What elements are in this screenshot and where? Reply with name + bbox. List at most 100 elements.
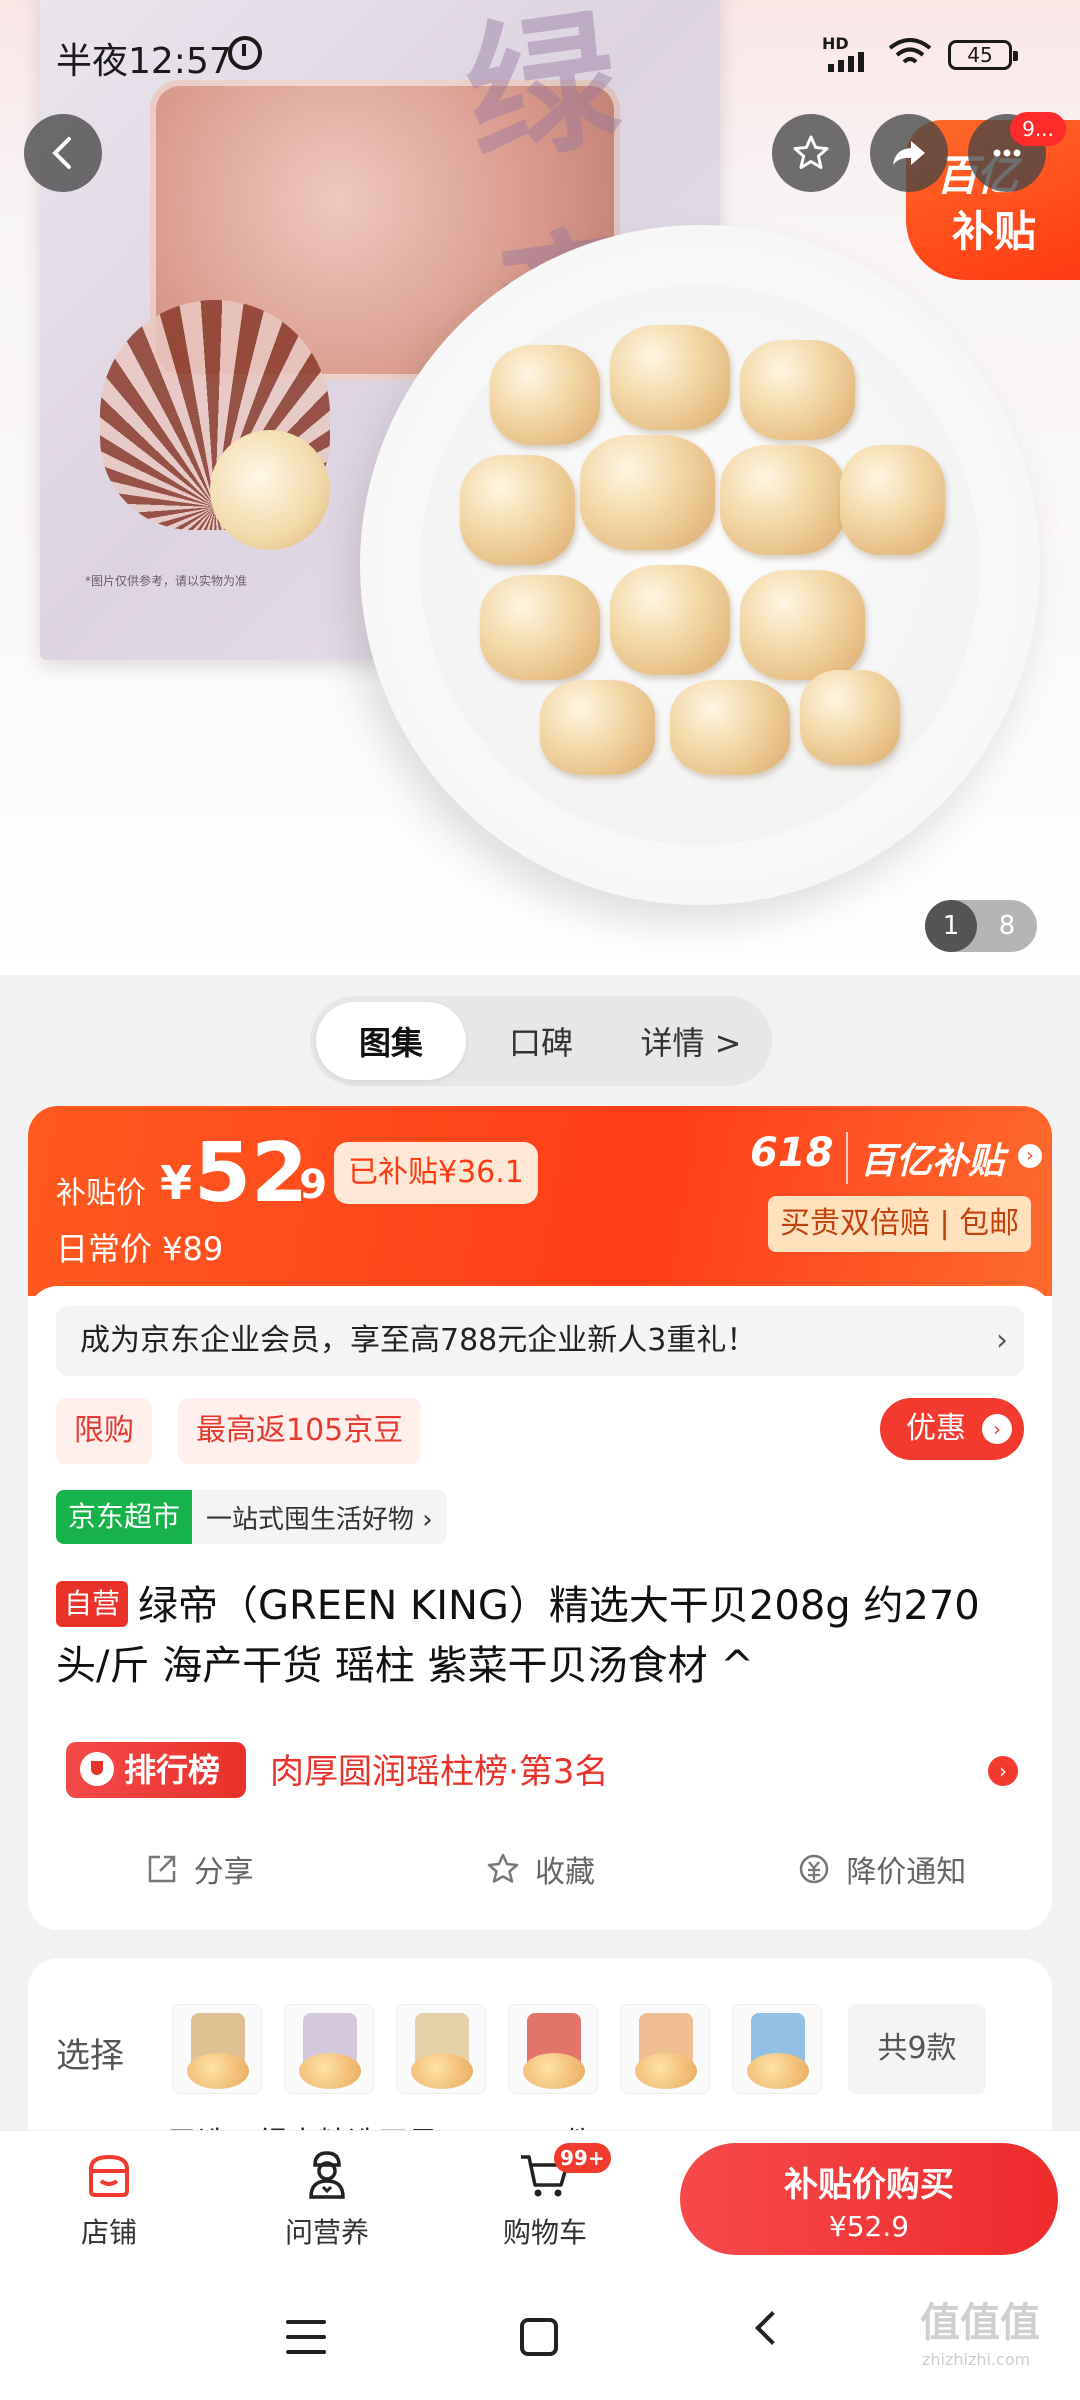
variant-thumbnail[interactable] xyxy=(396,2004,486,2094)
jd-supermarket-tag: 京东超市 xyxy=(56,1490,193,1544)
tab-reviews[interactable]: 口碑 xyxy=(466,1002,616,1080)
share-button[interactable] xyxy=(870,114,948,192)
share-arrow-icon xyxy=(893,141,925,165)
variant-scallops xyxy=(635,2053,697,2089)
scallop xyxy=(840,445,945,555)
message-badge: 9... xyxy=(1010,112,1066,146)
hd-indicator: HD xyxy=(822,34,849,53)
variant-thumbnail[interactable] xyxy=(508,2004,598,2094)
variant-thumbnail[interactable] xyxy=(732,2004,822,2094)
price-drop-label: 降价通知 xyxy=(846,1855,967,1890)
tab-gallery[interactable]: 图集 xyxy=(316,1002,466,1080)
scallop xyxy=(670,680,790,775)
variant-scallops xyxy=(299,2053,361,2089)
favorite-label: 收藏 xyxy=(534,1855,595,1890)
variant-thumbnail[interactable] xyxy=(620,2004,710,2094)
pager-total: 8 xyxy=(998,911,1016,941)
ranking-row[interactable]: 排行榜 肉厚圆润瑶柱榜·第3名 › xyxy=(66,1738,1024,1802)
product-title[interactable]: 自营 绿帝（GREEN KING）精选大干贝208g 约270头/斤 海产干货 瑶… xyxy=(56,1576,1024,1696)
share-label: 分享 xyxy=(193,1855,254,1890)
share-action[interactable]: 分享 xyxy=(28,1826,369,1912)
share-icon xyxy=(148,1855,175,1883)
subsidy-corner-line2: 补贴 xyxy=(952,207,1037,256)
variant-scallops xyxy=(411,2053,473,2089)
chevron-right-icon: › xyxy=(996,1323,1008,1358)
buy-button-label: 补贴价购买 xyxy=(784,2165,954,2205)
bottom-action-bar: 店铺 问营养 购物车 99+ 补贴价购买 ¥52.9 xyxy=(0,2130,1080,2280)
scallop xyxy=(740,570,865,680)
nav-cart[interactable]: 购物车 99+ xyxy=(480,2143,611,2251)
jd-bean-rebate-tag: 最高返105京豆 xyxy=(178,1398,422,1464)
alarm-icon xyxy=(228,36,262,70)
tab-details[interactable]: 详情 > xyxy=(616,1002,766,1080)
store-icon xyxy=(89,2154,129,2197)
buy-now-button[interactable]: 补贴价购买 ¥52.9 xyxy=(680,2143,1058,2255)
scallop xyxy=(610,325,730,430)
subsidized-amount-badge: 已补贴¥36.1 xyxy=(334,1142,538,1204)
watermark-logo: 值值值 xyxy=(920,2300,1040,2346)
scallop xyxy=(480,575,600,680)
nutritionist-icon xyxy=(309,2151,345,2199)
self-operated-tag: 自营 xyxy=(56,1581,129,1627)
nav-store-label: 店铺 xyxy=(80,2216,137,2249)
battery-icon: 45 xyxy=(948,40,1018,70)
chevron-left-icon xyxy=(52,137,71,169)
variant-scallops xyxy=(187,2053,249,2089)
variant-thumbnail[interactable] xyxy=(284,2004,374,2094)
product-info: 成为京东企业会员，享至高788元企业新人3重礼！ › 限购 最高返105京豆 优… xyxy=(28,1286,1052,1930)
nav-store[interactable]: 店铺 xyxy=(44,2147,174,2251)
scallop xyxy=(490,345,600,445)
ranking-arrow-icon: › xyxy=(988,1756,1018,1786)
pager-current: 1 xyxy=(925,900,977,952)
star-icon xyxy=(793,135,829,169)
nav-nutritionist[interactable]: 问营养 xyxy=(262,2147,392,2251)
scallop xyxy=(740,340,855,440)
nav-nutritionist-label: 问营养 xyxy=(284,2216,369,2249)
price-card: 补贴价 ¥ 52 .9 已补贴¥36.1 日常价 ¥89 618 百亿补贴 › … xyxy=(28,1106,1052,1930)
buy-button-price: ¥52.9 xyxy=(828,2210,910,2243)
price-drop-action[interactable]: 降价通知 xyxy=(711,1826,1052,1912)
cart-count-badge: 99+ xyxy=(554,2143,611,2173)
scallop-meat-illustration xyxy=(210,430,330,550)
scallop xyxy=(580,435,715,550)
image-pager: 1 8 xyxy=(925,900,1037,952)
price-currency: ¥ xyxy=(160,1156,193,1210)
deals-label: 优惠 xyxy=(906,1411,966,1446)
home-button[interactable] xyxy=(520,2318,558,2356)
ranking-text: 肉厚圆润瑶柱榜·第3名 xyxy=(270,1752,609,1792)
action-row: 分享 收藏 降价通知 xyxy=(28,1826,1052,1912)
purchase-limit-tag: 限购 xyxy=(56,1398,152,1464)
enterprise-member-banner[interactable]: 成为京东企业会员，享至高788元企业新人3重礼！ › xyxy=(56,1306,1024,1376)
promo-arrow-icon[interactable]: › xyxy=(1018,1144,1042,1168)
price-decimal: .9 xyxy=(284,1162,328,1208)
deals-button[interactable]: 优惠 › xyxy=(880,1398,1024,1460)
variant-thumbnail[interactable] xyxy=(172,2004,262,2094)
price-header: 补贴价 ¥ 52 .9 已补贴¥36.1 日常价 ¥89 618 百亿补贴 › … xyxy=(28,1106,1052,1296)
promo-guarantee-tag: 买贵双倍赔 | 包邮 xyxy=(768,1196,1032,1252)
scallop xyxy=(800,670,900,765)
jd-supermarket-banner[interactable]: 京东超市 一站式囤生活好物 › xyxy=(56,1490,447,1544)
variant-count[interactable]: 共9款 xyxy=(848,2004,986,2094)
jd-supermarket-slogan: 一站式囤生活好物 › xyxy=(206,1504,433,1535)
system-back-button[interactable] xyxy=(755,2311,789,2345)
ranking-badge-label: 排行榜 xyxy=(124,1751,221,1789)
bowl-inner xyxy=(420,285,980,845)
favorite-button[interactable] xyxy=(772,114,850,192)
trophy-icon xyxy=(80,1752,114,1786)
back-button[interactable] xyxy=(24,114,102,192)
subsidy-price-label: 补贴价 xyxy=(56,1176,146,1211)
scallop xyxy=(720,445,845,555)
favorite-action[interactable]: 收藏 xyxy=(369,1826,710,1912)
watermark-url: zhizhizhi.com xyxy=(922,2350,1031,2369)
variant-scallops xyxy=(523,2053,585,2089)
recent-apps-button[interactable] xyxy=(286,2320,326,2354)
variant-scallops xyxy=(747,2053,809,2089)
member-banner-text: 成为京东企业会员，享至高788元企业新人3重礼！ xyxy=(80,1323,757,1358)
package-disclaimer: *图片仅供参考，请以实物为准 xyxy=(85,574,248,588)
status-bar: 半夜12:57 HD 45 xyxy=(0,0,1080,108)
promo-subsidy-logo[interactable]: 百亿补贴 xyxy=(846,1132,1004,1184)
select-label: 选择 xyxy=(56,2036,124,2076)
price-drop-icon xyxy=(800,1854,829,1884)
promo-618-logo[interactable]: 618 xyxy=(750,1130,834,1176)
star-icon xyxy=(487,1853,519,1883)
